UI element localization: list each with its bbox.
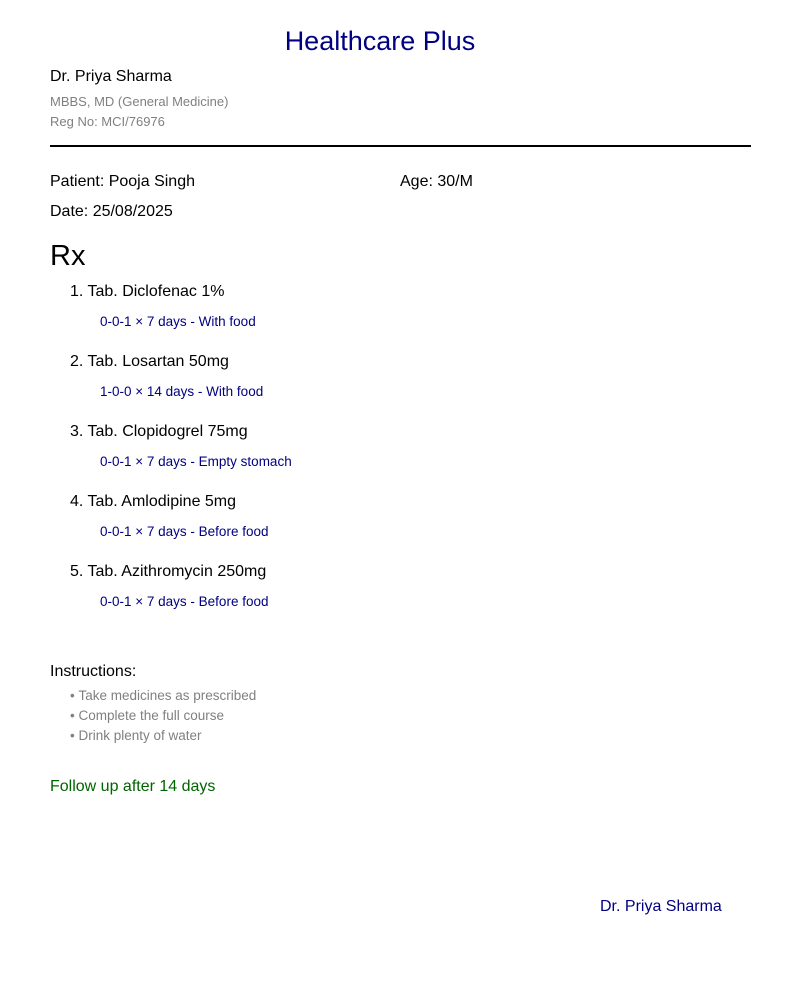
- instruction-item: Drink plenty of water: [70, 728, 256, 748]
- instruction-item: Take medicines as prescribed: [70, 688, 256, 708]
- instructions-heading: Instructions:: [50, 663, 137, 680]
- clinic-name: Healthcare Plus: [284, 26, 476, 56]
- medication-name: 4. Tab. Amlodipine 5mg: [70, 493, 237, 510]
- prescription-date: Date: 25/08/2025: [50, 203, 173, 220]
- instructions-list: Take medicines as prescribed Complete th…: [70, 688, 256, 748]
- medication-name: 2. Tab. Losartan 50mg: [70, 353, 229, 370]
- doctor-signature: Dr. Priya Sharma: [600, 898, 722, 915]
- medication-dosage: 0-0-1 × 7 days - Before food: [100, 594, 269, 609]
- patient-age: Age: 30/M: [400, 173, 473, 190]
- medication-name: 5. Tab. Azithromycin 250mg: [70, 563, 267, 580]
- medication-dosage: 0-0-1 × 7 days - With food: [100, 314, 256, 329]
- instruction-item: Complete the full course: [70, 708, 256, 728]
- medication-dosage: 1-0-0 × 14 days - With food: [100, 384, 264, 399]
- doctor-name: Dr. Priya Sharma: [50, 68, 172, 85]
- medication-dosage: 0-0-1 × 7 days - Before food: [100, 524, 269, 539]
- doctor-qualification: MBBS, MD (General Medicine): [50, 94, 229, 109]
- doctor-registration: Reg No: MCI/76976: [50, 114, 165, 129]
- patient-name: Patient: Pooja Singh: [50, 173, 195, 190]
- header-divider: [50, 145, 751, 147]
- medication-name: 1. Tab. Diclofenac 1%: [70, 283, 225, 300]
- medication-name: 3. Tab. Clopidogrel 75mg: [70, 423, 248, 440]
- medication-dosage: 0-0-1 × 7 days - Empty stomach: [100, 454, 292, 469]
- rx-symbol: Rx: [50, 240, 86, 272]
- follow-up-note: Follow up after 14 days: [50, 778, 216, 795]
